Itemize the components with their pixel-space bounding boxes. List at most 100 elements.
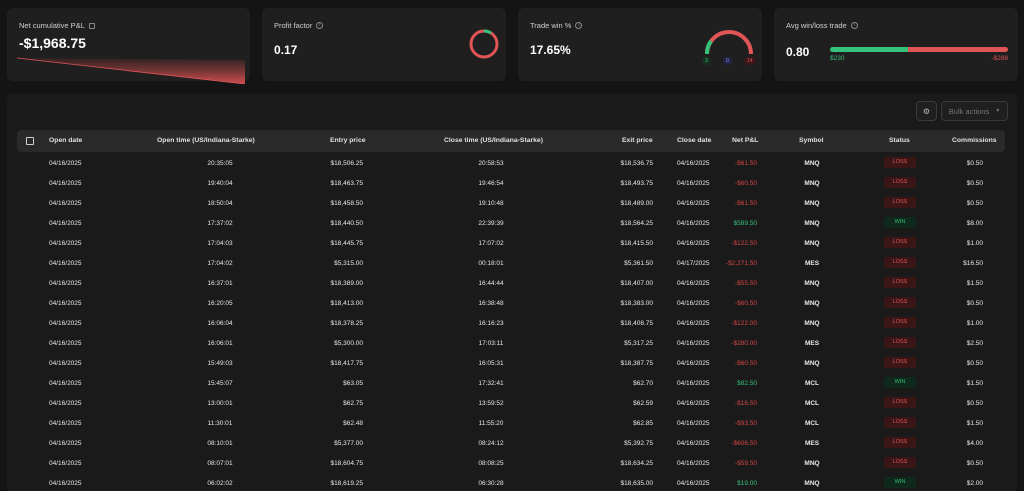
open-date-cell: 04/16/2025: [49, 440, 82, 447]
profit-factor-label: Profit factor: [274, 21, 313, 30]
table-row[interactable]: 04/16/2025 18:50:04 $18,458.50 19:10:48 $18,…: [17, 193, 1005, 213]
close-time-cell: 16:05:31: [478, 360, 504, 367]
entry-price-cell: $18,445.75: [330, 240, 363, 247]
table-row[interactable]: 04/16/2025 17:37:02 $18,440.50 22:39:39 $18,…: [17, 213, 1005, 233]
bulk-actions-button[interactable]: Bulk actions ▼: [941, 101, 1008, 121]
symbol-cell: MNQ: [804, 460, 820, 467]
exit-price-cell: $18,493.75: [620, 180, 653, 187]
open-time-cell: 20:35:05: [207, 160, 233, 167]
commissions-cell: $16.50: [963, 260, 983, 267]
col-open-time[interactable]: Open time (US/Indiana-Starke): [157, 137, 255, 144]
close-date-cell: 04/16/2025: [677, 400, 710, 407]
column-settings-button[interactable]: ⚙: [916, 101, 937, 121]
table-row[interactable]: 04/16/2025 17:04:02 $5,315.00 00:18:01 $5,36…: [17, 253, 1005, 273]
table-row[interactable]: 04/16/2025 15:49:03 $18,417.75 16:05:31 $18,…: [17, 353, 1005, 373]
status-badge: LOSS: [884, 237, 916, 248]
table-row[interactable]: 04/16/2025 16:06:01 $5,300.00 17:03:11 $5,31…: [17, 333, 1005, 353]
table-row[interactable]: 04/16/2025 08:07:01 $18,604.75 08:08:25 $18,…: [17, 453, 1005, 473]
info-icon[interactable]: i: [850, 22, 858, 29]
col-symbol[interactable]: Symbol: [799, 137, 824, 144]
entry-price-cell: $18,413.00: [330, 300, 363, 307]
col-status[interactable]: Status: [889, 137, 910, 144]
close-date-cell: 04/16/2025: [677, 300, 710, 307]
table-row[interactable]: 04/16/2025 16:37:01 $18,389.00 16:44:44 $18,…: [17, 273, 1005, 293]
status-badge: LOSS: [884, 157, 916, 168]
commissions-cell: $4.00: [966, 440, 983, 447]
commissions-cell: $2.50: [966, 340, 983, 347]
open-time-cell: 13:00:01: [207, 400, 233, 407]
close-date-cell: 04/16/2025: [677, 220, 710, 227]
commissions-cell: $1.50: [966, 280, 983, 287]
close-time-cell: 08:08:25: [478, 460, 504, 467]
external-link-icon[interactable]: [88, 22, 95, 29]
exit-price-cell: $62.70: [633, 380, 653, 387]
open-date-cell: 04/16/2025: [49, 280, 82, 287]
info-icon[interactable]: i: [575, 22, 583, 29]
entry-price-cell: $18,506.25: [330, 160, 363, 167]
table-row[interactable]: 04/16/2025 17:04:03 $18,445.75 17:07:02 $18,…: [17, 233, 1005, 253]
net-pnl-cell: -$60.50: [734, 360, 757, 367]
col-entry-price[interactable]: Entry price: [330, 137, 366, 144]
table-row[interactable]: 04/16/2025 08:10:01 $5,377.00 08:24:12 $5,39…: [17, 433, 1005, 453]
close-date-cell: 04/16/2025: [677, 460, 710, 467]
pnl-sparkline: [17, 57, 245, 84]
exit-price-cell: $18,383.00: [620, 300, 653, 307]
wins-count: 3: [702, 57, 711, 65]
open-date-cell: 04/16/2025: [49, 320, 82, 327]
symbol-cell: MNQ: [804, 280, 820, 287]
close-time-cell: 17:32:41: [478, 380, 504, 387]
close-time-cell: 00:18:01: [478, 260, 504, 267]
open-time-cell: 16:06:01: [207, 340, 233, 347]
status-badge: LOSS: [884, 457, 916, 468]
table-row[interactable]: 04/16/2025 20:35:05 $18,506.25 20:58:53 $18,…: [17, 153, 1005, 173]
entry-price-cell: $18,378.25: [330, 320, 363, 327]
open-time-cell: 16:37:01: [207, 280, 233, 287]
close-date-cell: 04/16/2025: [677, 480, 710, 487]
status-cell: LOSS: [884, 417, 916, 431]
open-date-cell: 04/16/2025: [49, 260, 82, 267]
trade-win-label: Trade win %: [530, 21, 572, 30]
col-close-date[interactable]: Close date: [677, 137, 711, 144]
close-time-cell: 13:59:52: [478, 400, 504, 407]
select-all-checkbox[interactable]: [26, 137, 34, 145]
table-row[interactable]: 04/16/2025 11:30:01 $62.48 11:55:20 $62.85 04…: [17, 413, 1005, 433]
col-open-date[interactable]: Open date: [49, 137, 82, 144]
table-row[interactable]: 04/16/2025 06:02:02 $18,619.25 06:30:28 $18,…: [17, 473, 1005, 491]
table-row[interactable]: 04/16/2025 16:06:04 $18,378.25 16:16:23 $18,…: [17, 313, 1005, 333]
exit-price-cell: $18,536.75: [620, 160, 653, 167]
close-time-cell: 06:30:28: [478, 480, 504, 487]
profit-factor-donut: [469, 29, 499, 59]
commissions-cell: $0.50: [966, 360, 983, 367]
col-close-time[interactable]: Close time (US/Indiana-Starke): [444, 137, 543, 144]
close-date-cell: 04/17/2025: [677, 260, 710, 267]
table-row[interactable]: 04/16/2025 16:20:05 $18,413.00 16:38:48 $18,…: [17, 293, 1005, 313]
status-badge: LOSS: [884, 437, 916, 448]
status-badge: WIN: [884, 377, 916, 388]
col-exit-price[interactable]: Exit price: [622, 137, 653, 144]
col-net-pnl[interactable]: Net P&L: [732, 137, 758, 144]
table-row[interactable]: 04/16/2025 13:00:01 $62.75 13:59:52 $62.59 04…: [17, 393, 1005, 413]
status-cell: LOSS: [884, 237, 916, 251]
symbol-cell: MES: [804, 440, 820, 447]
table-row[interactable]: 04/16/2025 19:40:04 $18,463.75 19:46:54 $18,…: [17, 173, 1005, 193]
open-time-cell: 08:07:01: [207, 460, 233, 467]
entry-price-cell: $5,300.00: [334, 340, 363, 347]
gear-icon: ⚙: [922, 106, 931, 116]
status-badge: LOSS: [884, 397, 916, 408]
status-badge: LOSS: [884, 177, 916, 188]
close-date-cell: 04/16/2025: [677, 160, 710, 167]
table-row[interactable]: 04/16/2025 15:45:07 $63.05 17:32:41 $62.70 04…: [17, 373, 1005, 393]
status-badge: LOSS: [884, 337, 916, 348]
close-date-cell: 04/16/2025: [677, 240, 710, 247]
status-badge: LOSS: [884, 257, 916, 268]
status-cell: LOSS: [884, 397, 916, 411]
col-commissions[interactable]: Commissions: [952, 137, 997, 144]
open-time-cell: 08:10:01: [207, 440, 233, 447]
symbol-cell: MNQ: [804, 240, 820, 247]
symbol-cell: MNQ: [804, 200, 820, 207]
exit-price-cell: $18,415.50: [620, 240, 653, 247]
open-date-cell: 04/16/2025: [49, 220, 82, 227]
close-time-cell: 17:03:11: [478, 340, 504, 347]
info-icon[interactable]: i: [316, 22, 324, 29]
avg-loss-amount: -$288: [991, 55, 1008, 62]
